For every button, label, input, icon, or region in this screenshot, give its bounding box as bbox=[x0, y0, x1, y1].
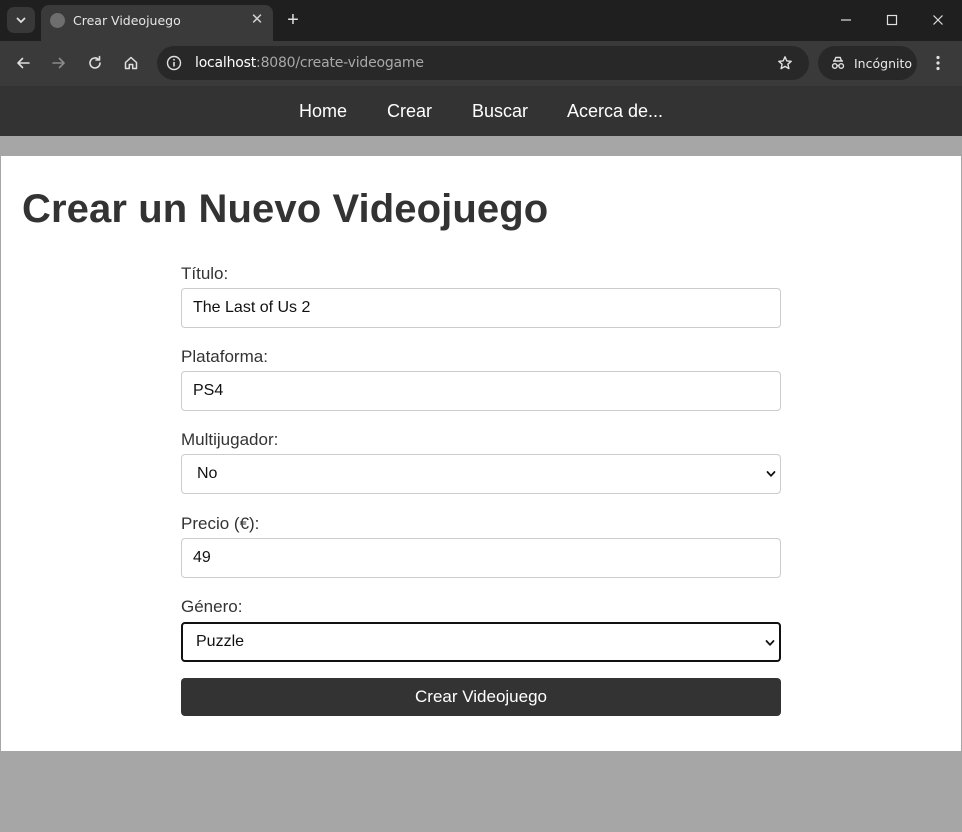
incognito-indicator[interactable]: Incógnito bbox=[818, 46, 917, 80]
browser-titlebar: Crear Videojuego ✕ + bbox=[0, 0, 962, 41]
kebab-menu-icon[interactable] bbox=[926, 50, 950, 76]
incognito-label: Incógnito bbox=[854, 56, 913, 71]
titulo-value: The Last of Us 2 bbox=[193, 299, 311, 316]
window-close-icon[interactable] bbox=[923, 7, 953, 33]
tab-title: Crear Videojuego bbox=[73, 13, 181, 28]
plus-icon[interactable]: + bbox=[282, 8, 304, 32]
precio-value: 49 bbox=[193, 549, 211, 566]
star-icon[interactable] bbox=[775, 53, 795, 73]
reload-icon[interactable] bbox=[82, 50, 108, 76]
url-text[interactable]: localhost:8080/create-videogame bbox=[195, 55, 424, 71]
genero-label: Género: bbox=[181, 597, 243, 616]
plataforma-value: PS4 bbox=[193, 382, 224, 399]
chevron-down-icon bbox=[766, 471, 776, 477]
genero-select[interactable]: Puzzle bbox=[181, 622, 781, 662]
site-nav: Home Crear Buscar Acerca de... bbox=[0, 86, 962, 136]
titulo-input[interactable]: The Last of Us 2 bbox=[181, 288, 781, 328]
home-icon[interactable] bbox=[118, 50, 144, 76]
precio-label: Precio (€): bbox=[181, 514, 260, 533]
plataforma-label: Plataforma: bbox=[181, 347, 268, 366]
page-title: Crear un Nuevo Videojuego bbox=[22, 187, 549, 231]
incognito-icon bbox=[831, 56, 845, 69]
browser-tab[interactable]: Crear Videojuego ✕ bbox=[41, 5, 273, 41]
nav-link-crear[interactable]: Crear bbox=[387, 101, 432, 122]
info-icon[interactable] bbox=[165, 54, 183, 72]
multijugador-value: No bbox=[197, 465, 218, 482]
precio-input[interactable]: 49 bbox=[181, 538, 781, 578]
address-bar[interactable]: localhost:8080/create-videogame bbox=[157, 46, 809, 80]
titulo-label: Título: bbox=[181, 264, 229, 283]
maximize-icon[interactable] bbox=[877, 7, 907, 33]
chevron-down-icon bbox=[16, 17, 26, 24]
crear-videojuego-button[interactable]: Crear Videojuego bbox=[181, 678, 781, 716]
tab-search-button[interactable] bbox=[7, 7, 35, 33]
url-path: :8080/create-videogame bbox=[256, 55, 424, 71]
back-arrow-icon[interactable] bbox=[10, 50, 36, 76]
url-host: localhost bbox=[195, 55, 257, 71]
genero-value: Puzzle bbox=[196, 633, 245, 650]
nav-link-buscar[interactable]: Buscar bbox=[472, 101, 528, 122]
minimize-icon[interactable] bbox=[831, 7, 861, 33]
globe-icon bbox=[50, 13, 65, 28]
nav-link-home[interactable]: Home bbox=[299, 101, 347, 122]
plataforma-input[interactable]: PS4 bbox=[181, 371, 781, 411]
main-content: Crear un Nuevo Videojuego Título: The La… bbox=[1, 156, 961, 751]
browser-toolbar: localhost:8080/create-videogame Incógnit… bbox=[0, 41, 962, 86]
forward-arrow-icon[interactable] bbox=[46, 50, 72, 76]
nav-link-acerca[interactable]: Acerca de... bbox=[567, 101, 663, 122]
multijugador-select[interactable]: No bbox=[181, 454, 781, 494]
close-icon[interactable]: ✕ bbox=[247, 9, 267, 31]
chevron-down-icon bbox=[765, 640, 775, 646]
multijugador-label: Multijugador: bbox=[181, 430, 279, 449]
